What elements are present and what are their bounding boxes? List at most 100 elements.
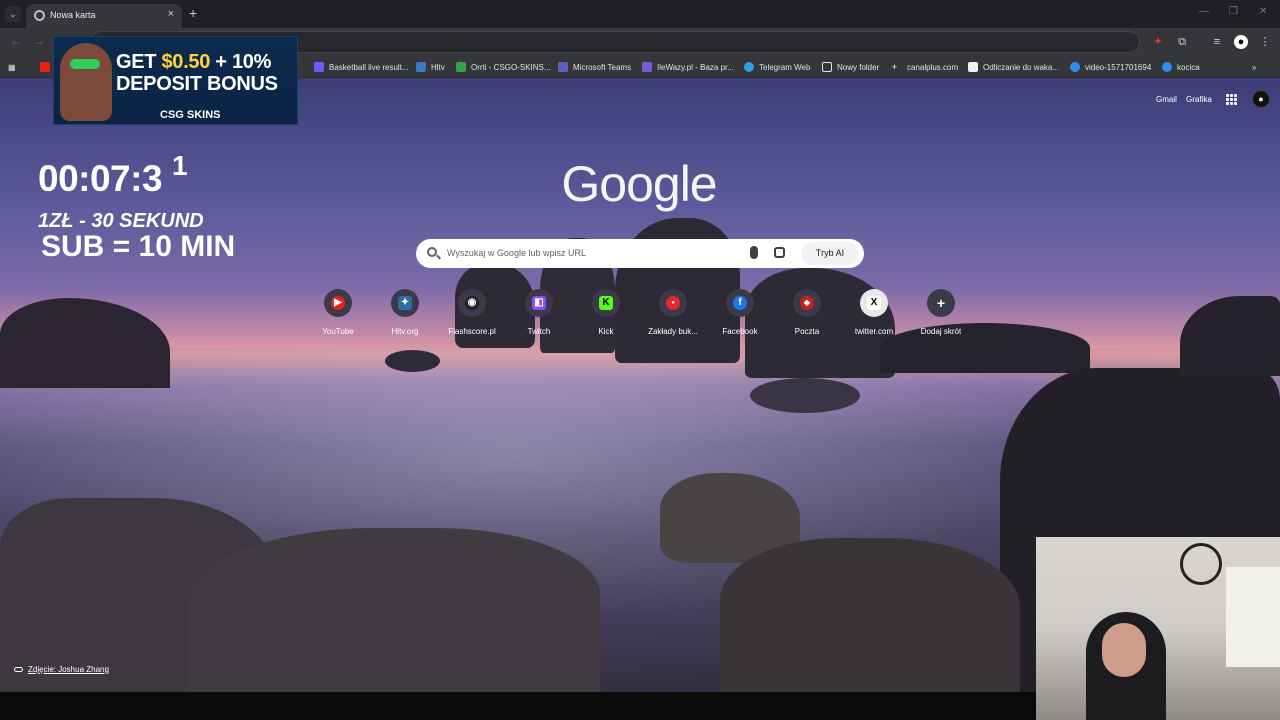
bookmark-item[interactable]: video-1571701694 [1070, 61, 1151, 73]
shortcut-tile: ● [659, 289, 687, 317]
bookmark-label: Hltv [431, 62, 445, 72]
promo-banner[interactable]: GET $0.50 + 10% DEPOSIT BONUS CSG SKINS [53, 36, 298, 125]
bookmark-item[interactable]: IleWazy.pl - Baza pr... [642, 61, 734, 73]
shortcut-tile: ◉ [458, 289, 486, 317]
sub-rate: SUB = 10 MIN [41, 230, 236, 263]
bookmark-label: video-1571701694 [1085, 62, 1152, 72]
new-tab-button[interactable]: + [189, 5, 197, 21]
shelf [1226, 567, 1280, 667]
canalplus-icon: + [892, 62, 898, 72]
plus-icon: + [936, 295, 946, 311]
tab-strip: ⌄ Nowa karta × + — ❐ ✕ [0, 0, 1280, 28]
mascot-image [60, 43, 112, 121]
bookmark-favicon [968, 62, 978, 72]
shortcut-kick[interactable]: K Kick [572, 289, 640, 336]
minimize-icon[interactable]: — [1199, 6, 1209, 17]
images-link[interactable]: Grafika [1186, 95, 1212, 104]
add-shortcut-button[interactable]: + Dodaj skrót [907, 289, 975, 336]
shortcut-label: Dodaj skrót [920, 327, 962, 336]
microphone-icon[interactable] [750, 246, 758, 259]
apps-grid-icon[interactable]: ▦ [8, 61, 16, 73]
bookmark-label: Nowy folder [837, 62, 880, 72]
google-logo: Google [561, 156, 717, 212]
shortcut-tile: ✦ [391, 289, 419, 317]
bookmark-favicon [416, 62, 426, 72]
shortcut-twitter[interactable]: X twitter.com [840, 289, 908, 336]
right-cliff [1180, 296, 1280, 376]
extensions-puzzle-icon[interactable]: ⧉ [1175, 35, 1189, 49]
close-tab-icon[interactable]: × [168, 8, 174, 20]
bookmark-folder[interactable]: Nowy folder [822, 61, 879, 73]
bookmark-item[interactable]: Microsoft Teams [558, 61, 631, 73]
webcam-feed [1036, 537, 1280, 720]
search-icon [427, 247, 437, 257]
bookmark-label: Orrti - CSGO-SKINS... [471, 62, 551, 72]
banner-subheadline: DEPOSIT BONUS [116, 73, 278, 95]
search-box[interactable]: Wyszukaj w Google lub wpisz URL Tryb AI [416, 239, 864, 268]
bookmark-favicon [744, 62, 754, 72]
bookmark-label: Telegram Web [759, 62, 811, 72]
gmail-link[interactable]: Gmail [1156, 95, 1177, 104]
more-bookmarks-icon[interactable]: » [1252, 61, 1256, 73]
ai-mode-button[interactable]: Tryb AI [801, 242, 859, 265]
forward-button[interactable]: → [33, 34, 45, 48]
bookmark-item[interactable]: kocica [1162, 61, 1200, 73]
bookmark-favicon [456, 62, 466, 72]
shortcut-betting[interactable]: ● Zakłady buk... [639, 289, 707, 336]
banner-headline: GET $0.50 + 10% [116, 51, 272, 73]
bookmark-item[interactable]: Basketball live result... [314, 61, 409, 73]
shortcut-twitch[interactable]: ◧ Twitch [505, 289, 573, 336]
x-icon: X [867, 296, 881, 310]
small-rock [750, 378, 860, 413]
shortcut-facebook[interactable]: f Facebook [706, 289, 774, 336]
extension-red-icon[interactable]: ✦ [1151, 35, 1165, 49]
account-avatar[interactable]: ● [1252, 90, 1270, 108]
bookmark-label: canalplus.com [907, 62, 959, 72]
wall-clock [1180, 543, 1222, 585]
youtube-icon: ▶ [331, 296, 345, 310]
streamer-face [1102, 623, 1146, 677]
shortcut-tile: f [726, 289, 754, 317]
hltv-icon: ✦ [398, 296, 412, 310]
tab-search-dropdown[interactable]: ⌄ [5, 6, 21, 22]
shortcut-label: Kick [598, 327, 614, 336]
flashscore-icon: ◉ [465, 296, 479, 310]
shortcut-flashscore[interactable]: ◉ Flashscore.pl [438, 289, 506, 336]
tab-new-tab[interactable]: Nowa karta × [26, 4, 182, 28]
chrome-icon [34, 10, 45, 21]
mail-icon: ◆ [800, 296, 814, 310]
link-icon [14, 667, 23, 673]
maximize-icon[interactable]: ❐ [1229, 6, 1238, 17]
bookmark-label: Basketball live result... [329, 62, 409, 72]
bookmark-item[interactable]: Odliczanie do waka... [968, 61, 1059, 73]
bookmark-item[interactable]: Orrti - CSGO-SKINS... [456, 61, 551, 73]
small-rock [385, 350, 440, 372]
bookmark-label: kocica [1177, 62, 1200, 72]
shortcut-poczta[interactable]: ◆ Poczta [773, 289, 841, 336]
media-controls-icon[interactable]: ≡ [1210, 35, 1224, 49]
profile-icon[interactable]: ● [1234, 35, 1248, 49]
bookmark-item[interactable]: Hltv [416, 61, 445, 73]
banner-brand: CSG SKINS [160, 109, 221, 121]
shortcut-tile: ▶ [324, 289, 352, 317]
bookmark-favicon [642, 62, 652, 72]
shortcut-tile: ◆ [793, 289, 821, 317]
kick-icon: K [599, 296, 613, 310]
shortcut-youtube[interactable]: ▶ YouTube [304, 289, 372, 336]
back-button[interactable]: ← [10, 34, 22, 48]
google-lens-icon[interactable] [774, 247, 785, 258]
google-apps-icon[interactable] [1226, 94, 1238, 106]
shortcut-label: Poczta [794, 327, 820, 336]
photo-credit-link[interactable]: Zdjęcie: Joshua Zhang [14, 665, 109, 674]
menu-dots-icon[interactable]: ⋮ [1258, 35, 1272, 49]
photo-credit-text: Zdjęcie: Joshua Zhang [28, 665, 109, 674]
tab-title: Nowa karta [50, 10, 96, 20]
bookmark-label: IleWazy.pl - Baza pr... [657, 62, 734, 72]
bookmark-item[interactable]: + canalplus.com [892, 61, 958, 73]
shortcut-hltv[interactable]: ✦ Hltv.org [371, 289, 439, 336]
search-placeholder[interactable]: Wyszukaj w Google lub wpisz URL [447, 248, 586, 258]
window-close-icon[interactable]: ✕ [1259, 6, 1267, 17]
shortcut-tile: K [592, 289, 620, 317]
shortcut-label: Zakłady buk... [648, 327, 698, 336]
bookmark-item[interactable]: Telegram Web [744, 61, 810, 73]
